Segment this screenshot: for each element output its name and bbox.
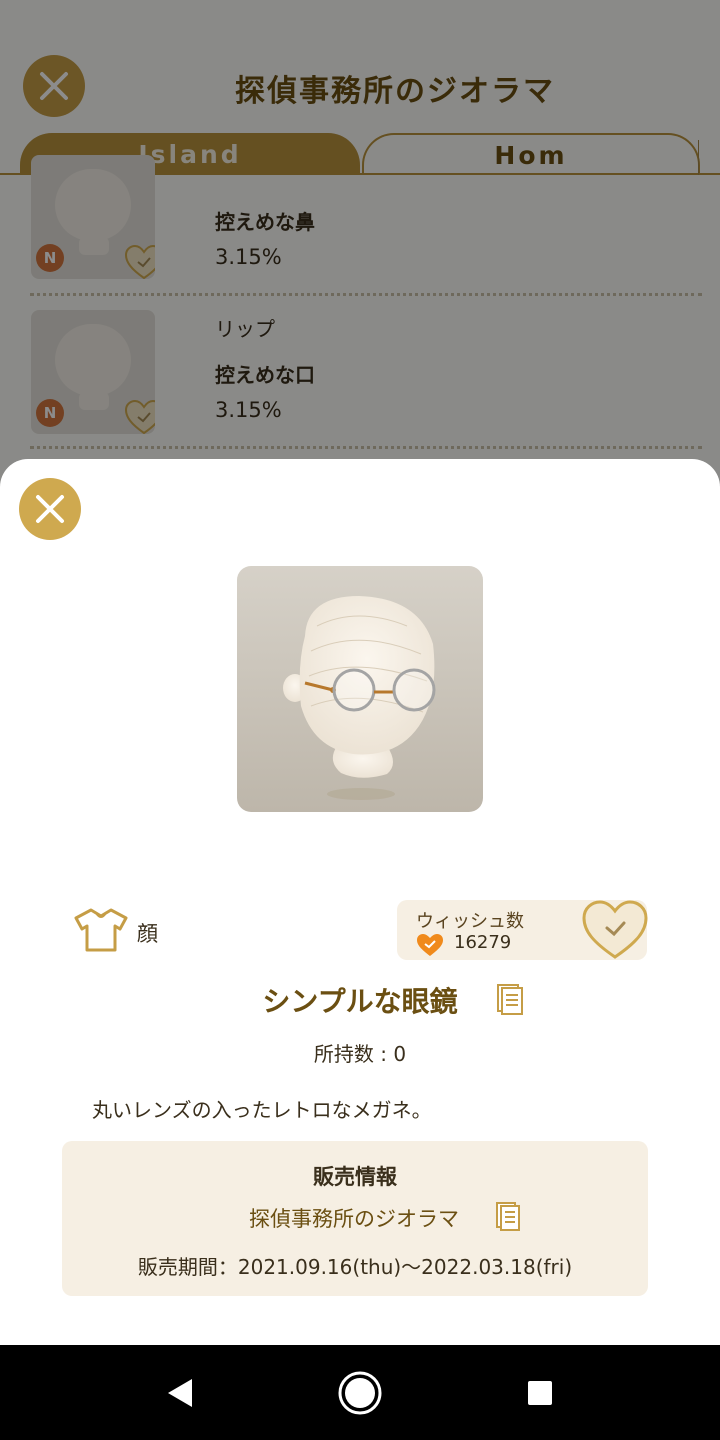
tab-edge [698,140,699,175]
back-icon[interactable] [160,1373,200,1413]
mannequin-with-glasses-image [283,596,436,800]
wish-label: ウィッシュ数 [416,911,524,932]
heart-icon [417,934,443,956]
home-icon[interactable] [336,1369,384,1417]
sale-info-box: 販売情報 探偵事務所のジオラマ 販売期間：2021.09.16(thu)〜202… [62,1141,648,1296]
owned-count: 所持数 : 0 [313,1042,407,1066]
item-detail-sheet: 顔 ウィッシュ数 16279 シンプルな眼鏡 所持数 : 0 丸いレンズの入った… [0,459,720,1345]
copy-icon[interactable] [496,983,524,1015]
item-description: 丸いレンズの入ったレトロなメガネ。 [92,1098,432,1122]
recents-icon[interactable] [520,1373,560,1413]
sale-shop-name[interactable]: 探偵事務所のジオラマ [249,1203,459,1233]
close-icon [36,495,64,523]
sale-info-title: 販売情報 [313,1165,397,1189]
close-button[interactable] [19,478,81,540]
sale-period: 販売期間：2021.09.16(thu)〜2022.03.18(fri) [137,1255,573,1279]
item-preview-image [237,566,483,812]
wish-heart-button[interactable] [581,899,649,961]
category-label: 顔 [137,922,158,946]
system-navigation-bar [0,1345,720,1440]
wish-count: 16279 [454,932,512,953]
item-title: シンプルな眼鏡 [262,985,458,1018]
shirt-icon [74,908,128,952]
copy-icon[interactable] [495,1201,521,1231]
